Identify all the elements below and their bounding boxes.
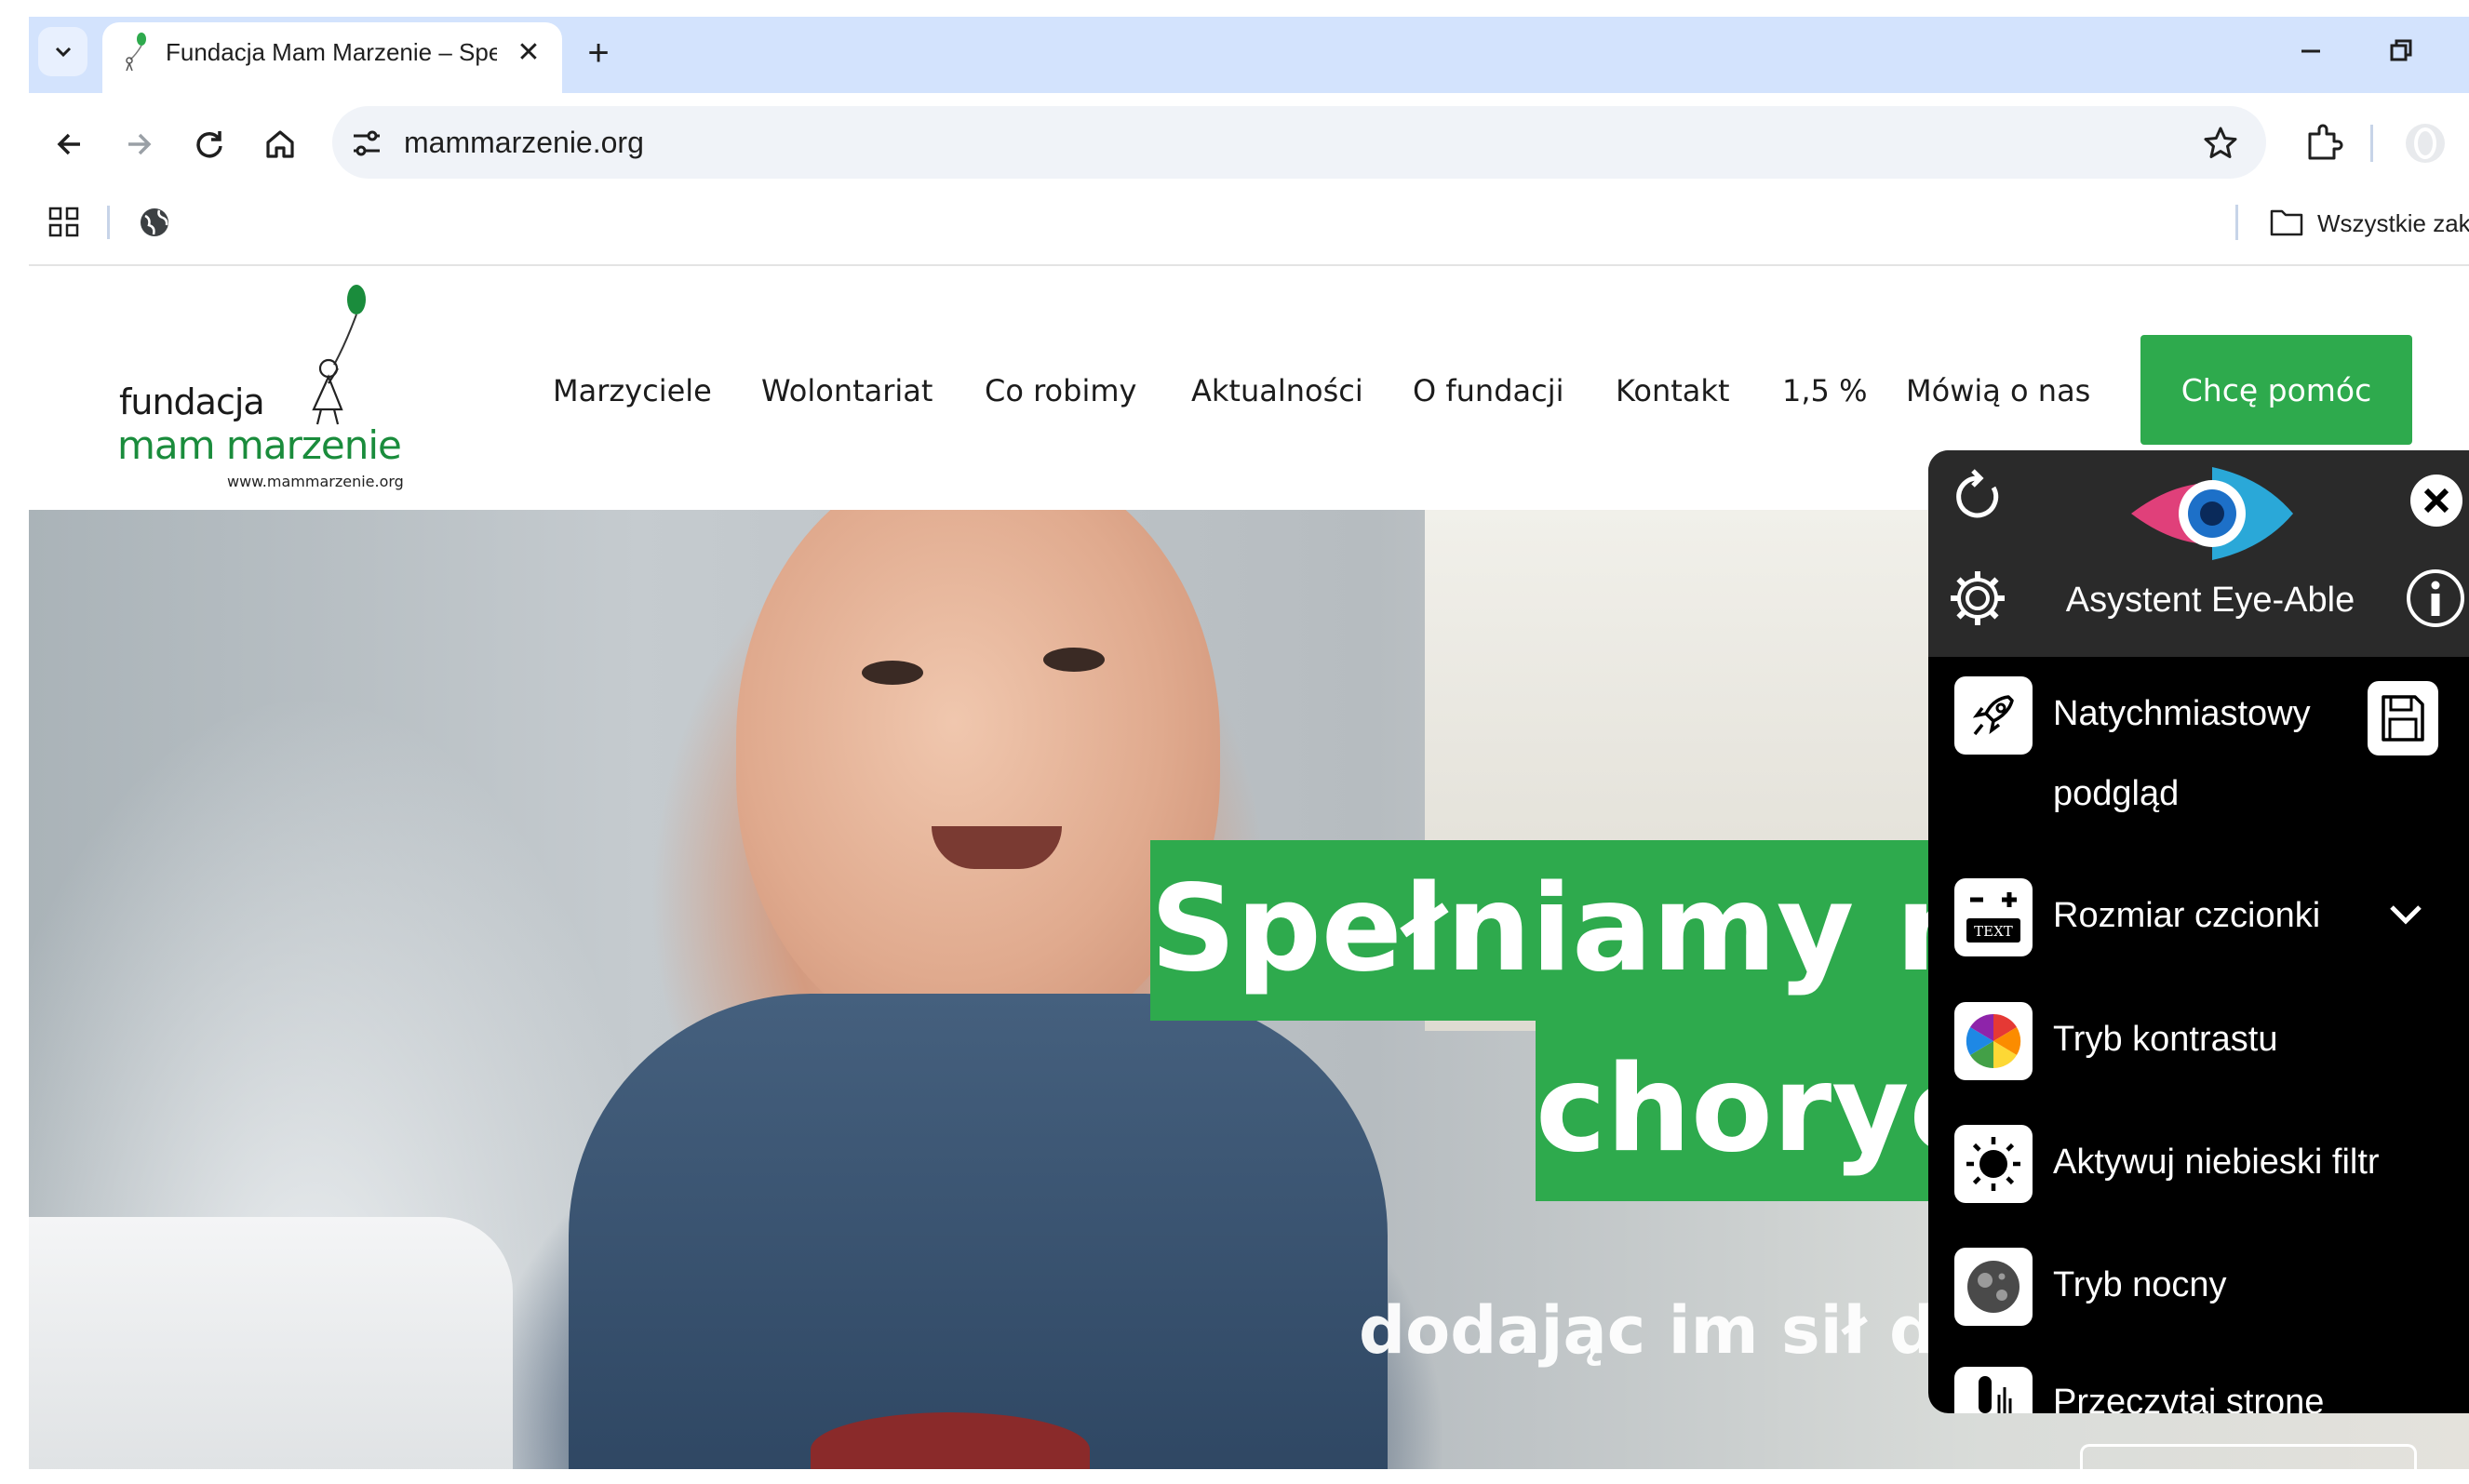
nav-o-fundacji[interactable]: O fundacji: [1413, 370, 1563, 411]
nav-wolontariat[interactable]: Wolontariat: [761, 370, 933, 411]
rocket-icon: [1972, 695, 2014, 736]
restore-window-icon[interactable]: [2378, 28, 2424, 74]
text-size-icon: TEXT: [1966, 892, 2020, 943]
hero-child-face: [736, 510, 1220, 1049]
hero-headline-line1: Spełniamy m: [1150, 860, 2020, 998]
read-page-label[interactable]: Przeczytaj stronę: [2053, 1379, 2462, 1413]
chevron-down-icon: [55, 47, 71, 57]
text-size-icon-label: TEXT: [1974, 923, 2013, 940]
balloon-favicon-icon: [126, 33, 146, 71]
instant-preview-label-1[interactable]: Natychmiastowy: [2053, 690, 2311, 737]
new-tab-button[interactable]: +: [575, 30, 622, 76]
blue-filter-button[interactable]: [1954, 1125, 2033, 1203]
site-logo[interactable]: fundacja mam marzenie www.mammarzenie.or…: [117, 279, 424, 497]
hero-child-shirt: [569, 994, 1388, 1469]
logo-text-fundacja: fundacja: [119, 381, 265, 422]
forward-arrow-icon[interactable]: [119, 124, 160, 165]
chevron-down-icon[interactable]: [2384, 893, 2427, 936]
read-page-label-clip: Przeczytaj stronę: [2053, 1379, 2462, 1413]
nav-co-robimy[interactable]: Co robimy: [985, 370, 1136, 411]
settings-gear-icon[interactable]: [1945, 566, 2010, 631]
hero-button[interactable]: [2080, 1444, 2417, 1484]
font-size-label[interactable]: Rozmiar czcionki: [2053, 892, 2320, 939]
contrast-mode-label[interactable]: Tryb kontrastu: [2053, 1016, 2277, 1063]
logo-url: www.mammarzenie.org: [227, 473, 404, 490]
instant-preview-label-2[interactable]: podgląd: [2053, 770, 2179, 817]
folder-icon: [2270, 209, 2303, 236]
hero-child-eye-left: [862, 661, 923, 685]
girl-with-balloon-icon: [312, 285, 366, 425]
minimize-window-icon[interactable]: [2288, 28, 2334, 74]
nav-mowia-o-nas[interactable]: Mówią o nas: [1906, 370, 2090, 411]
bookmarks-divider-right: [2235, 205, 2238, 240]
tab-close-button[interactable]: ✕: [510, 33, 547, 71]
help-cta-button[interactable]: Chcę pomóc: [2140, 335, 2412, 445]
nav-marzyciele[interactable]: Marzyciele: [553, 370, 712, 411]
toolbar-divider: [2370, 125, 2373, 162]
hero-subheadline: dodając im sił do: [1359, 1292, 1981, 1369]
reset-icon[interactable]: [1947, 465, 2010, 528]
hero-child-mouth: [932, 826, 1062, 869]
moon-icon: [1967, 1261, 2019, 1313]
hero-bed: [29, 1217, 513, 1469]
home-icon[interactable]: [260, 124, 301, 165]
globe-icon[interactable]: [137, 205, 172, 240]
microphone-icon: [1979, 1376, 2012, 1413]
sun-icon: [1966, 1137, 2020, 1191]
bookmark-star-icon[interactable]: [2200, 123, 2241, 164]
font-size-button[interactable]: TEXT: [1954, 878, 2033, 956]
info-icon[interactable]: [2405, 568, 2466, 629]
save-settings-button[interactable]: [2368, 681, 2438, 755]
night-mode-button[interactable]: [1954, 1248, 2033, 1326]
eye-able-logo-icon: [2131, 467, 2293, 560]
night-mode-label[interactable]: Tryb nocny: [2053, 1262, 2227, 1308]
contrast-mode-button[interactable]: [1954, 1002, 2033, 1080]
color-wheel-icon: [1966, 1013, 2021, 1069]
nav-1-5-procent[interactable]: 1,5 %: [1782, 370, 1867, 411]
read-page-button[interactable]: [1954, 1367, 2033, 1413]
tab-search-button[interactable]: [38, 27, 87, 76]
all-bookmarks-link[interactable]: Wszystkie zakładki: [2317, 207, 2469, 240]
floppy-disk-icon: [2382, 695, 2424, 742]
reload-icon[interactable]: [189, 124, 230, 165]
bookmarks-divider: [107, 206, 110, 239]
tab-title: Fundacja Mam Marzenie – Spełniamy marzen…: [166, 38, 497, 66]
hero-child-eye-right: [1043, 648, 1105, 672]
blue-filter-label[interactable]: Aktywuj niebieski filtr: [2053, 1139, 2380, 1185]
back-arrow-icon[interactable]: [48, 124, 89, 165]
url-text[interactable]: mammarzenie.org: [404, 124, 644, 161]
bookmarks-bar: [29, 192, 2469, 266]
profile-avatar-icon[interactable]: [2403, 121, 2448, 166]
logo-text-mam-marzenie: mam marzenie: [117, 422, 402, 468]
instant-preview-button[interactable]: [1954, 676, 2033, 755]
site-settings-icon[interactable]: [348, 125, 385, 162]
nav-kontakt[interactable]: Kontakt: [1616, 370, 1729, 411]
hero-headline-line2: choryc: [1536, 1040, 1980, 1179]
nav-aktualnosci[interactable]: Aktualności: [1191, 370, 1363, 411]
close-panel-icon[interactable]: [2407, 471, 2466, 530]
apps-grid-icon[interactable]: [47, 205, 82, 240]
eye-able-title: Asystent Eye-Able: [2065, 581, 2355, 620]
extensions-puzzle-icon[interactable]: [2301, 121, 2345, 166]
